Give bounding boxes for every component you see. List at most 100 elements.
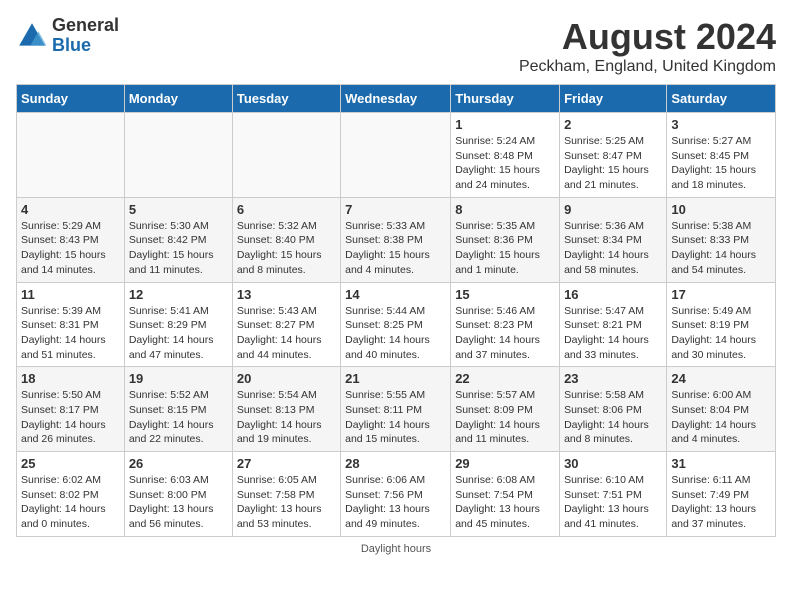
logo: General Blue (16, 16, 119, 56)
day-number: 25 (21, 456, 120, 471)
day-info: Sunrise: 5:46 AMSunset: 8:23 PMDaylight:… (455, 304, 555, 363)
day-number: 5 (129, 202, 228, 217)
calendar-cell: 2Sunrise: 5:25 AMSunset: 8:47 PMDaylight… (560, 113, 667, 198)
day-info: Sunrise: 5:33 AMSunset: 8:38 PMDaylight:… (345, 219, 446, 278)
calendar-cell: 28Sunrise: 6:06 AMSunset: 7:56 PMDayligh… (341, 452, 451, 537)
page-header: General Blue August 2024 Peckham, Englan… (16, 16, 776, 76)
day-info: Sunrise: 5:43 AMSunset: 8:27 PMDaylight:… (237, 304, 336, 363)
calendar-cell: 17 Sunrise: 5:49 AMSunset: 8:19 PMDayligh… (667, 282, 776, 367)
calendar-cell: 5 Sunrise: 5:30 AMSunset: 8:42 PMDaylight… (124, 197, 232, 282)
day-number: 26 (129, 456, 228, 471)
day-info: Sunrise: 5:41 AMSunset: 8:29 PMDaylight:… (129, 304, 228, 363)
day-number: 1 (455, 117, 555, 132)
day-number: 15 (455, 287, 555, 302)
day-info: Sunrise: 6:03 AMSunset: 8:00 PMDaylight:… (129, 473, 228, 532)
calendar-header-row: SundayMondayTuesdayWednesdayThursdayFrid… (17, 85, 776, 113)
calendar-week-2: 4 Sunrise: 5:29 AMSunset: 8:43 PMDaylight… (17, 197, 776, 282)
calendar-cell: 15 Sunrise: 5:46 AMSunset: 8:23 PMDayligh… (451, 282, 560, 367)
day-info: Sunrise: 5:44 AMSunset: 8:25 PMDaylight:… (345, 304, 446, 363)
calendar-header-sunday: Sunday (17, 85, 125, 113)
calendar-cell: 31 Sunrise: 6:11 AMSunset: 7:49 PMDayligh… (667, 452, 776, 537)
day-info: Sunrise: 5:38 AMSunset: 8:33 PMDaylight:… (671, 219, 771, 278)
day-info: Sunrise: 5:54 AMSunset: 8:13 PMDaylight:… (237, 388, 336, 447)
day-info: Sunrise: 5:49 AMSunset: 8:19 PMDaylight:… (671, 304, 771, 363)
day-info: Sunrise: 5:52 AMSunset: 8:15 PMDaylight:… (129, 388, 228, 447)
calendar-cell: 13Sunrise: 5:43 AMSunset: 8:27 PMDayligh… (232, 282, 340, 367)
calendar-cell: 22 Sunrise: 5:57 AMSunset: 8:09 PMDayligh… (451, 367, 560, 452)
day-number: 14 (345, 287, 446, 302)
day-number: 17 (671, 287, 771, 302)
day-info: Sunrise: 5:57 AMSunset: 8:09 PMDaylight:… (455, 388, 555, 447)
calendar-cell (17, 113, 125, 198)
day-info: Sunrise: 6:11 AMSunset: 7:49 PMDaylight:… (671, 473, 771, 532)
calendar-cell: 11 Sunrise: 5:39 AMSunset: 8:31 PMDayligh… (17, 282, 125, 367)
day-info: Sunrise: 6:05 AMSunset: 7:58 PMDaylight:… (237, 473, 336, 532)
calendar-cell: 18Sunrise: 5:50 AMSunset: 8:17 PMDayligh… (17, 367, 125, 452)
calendar-cell: 12 Sunrise: 5:41 AMSunset: 8:29 PMDayligh… (124, 282, 232, 367)
location: Peckham, England, United Kingdom (519, 58, 776, 76)
day-info: Sunrise: 5:25 AMSunset: 8:47 PMDaylight:… (564, 134, 662, 193)
calendar-cell: 9Sunrise: 5:36 AMSunset: 8:34 PMDaylight… (560, 197, 667, 282)
day-number: 22 (455, 371, 555, 386)
calendar-cell: 29Sunrise: 6:08 AMSunset: 7:54 PMDayligh… (451, 452, 560, 537)
day-info: Sunrise: 5:35 AMSunset: 8:36 PMDaylight:… (455, 219, 555, 278)
title-block: August 2024 Peckham, England, United Kin… (519, 16, 776, 76)
day-info: Sunrise: 5:29 AMSunset: 8:43 PMDaylight:… (21, 219, 120, 278)
calendar-week-1: 1 Sunrise: 5:24 AMSunset: 8:48 PMDaylight… (17, 113, 776, 198)
day-info: Sunrise: 6:02 AMSunset: 8:02 PMDaylight:… (21, 473, 120, 532)
calendar-cell: 7 Sunrise: 5:33 AMSunset: 8:38 PMDaylight… (341, 197, 451, 282)
day-number: 20 (237, 371, 336, 386)
calendar-cell: 1 Sunrise: 5:24 AMSunset: 8:48 PMDaylight… (451, 113, 560, 198)
logo-blue: Blue (52, 36, 119, 56)
day-info: Sunrise: 6:00 AMSunset: 8:04 PMDaylight:… (671, 388, 771, 447)
calendar-cell: 4 Sunrise: 5:29 AMSunset: 8:43 PMDaylight… (17, 197, 125, 282)
day-info: Sunrise: 5:27 AMSunset: 8:45 PMDaylight:… (671, 134, 771, 193)
day-info: Sunrise: 5:50 AMSunset: 8:17 PMDaylight:… (21, 388, 120, 447)
day-info: Sunrise: 5:47 AMSunset: 8:21 PMDaylight:… (564, 304, 662, 363)
calendar-cell: 21Sunrise: 5:55 AMSunset: 8:11 PMDayligh… (341, 367, 451, 452)
daylight-note: Daylight hours (361, 543, 431, 555)
day-number: 4 (21, 202, 120, 217)
day-number: 29 (455, 456, 555, 471)
calendar-cell (124, 113, 232, 198)
day-number: 31 (671, 456, 771, 471)
day-number: 10 (671, 202, 771, 217)
calendar-cell: 10 Sunrise: 5:38 AMSunset: 8:33 PMDayligh… (667, 197, 776, 282)
day-number: 30 (564, 456, 662, 471)
day-number: 9 (564, 202, 662, 217)
day-number: 27 (237, 456, 336, 471)
month-title: August 2024 (519, 16, 776, 58)
day-number: 11 (21, 287, 120, 302)
day-info: Sunrise: 5:32 AMSunset: 8:40 PMDaylight:… (237, 219, 336, 278)
calendar-cell: 25 Sunrise: 6:02 AMSunset: 8:02 PMDayligh… (17, 452, 125, 537)
calendar-cell: 26 Sunrise: 6:03 AMSunset: 8:00 PMDayligh… (124, 452, 232, 537)
calendar-week-5: 25 Sunrise: 6:02 AMSunset: 8:02 PMDayligh… (17, 452, 776, 537)
day-number: 6 (237, 202, 336, 217)
footer-note: Daylight hours (16, 543, 776, 555)
day-number: 28 (345, 456, 446, 471)
calendar-week-4: 18Sunrise: 5:50 AMSunset: 8:17 PMDayligh… (17, 367, 776, 452)
calendar-cell: 3 Sunrise: 5:27 AMSunset: 8:45 PMDaylight… (667, 113, 776, 198)
calendar-cell: 20 Sunrise: 5:54 AMSunset: 8:13 PMDayligh… (232, 367, 340, 452)
day-number: 21 (345, 371, 446, 386)
calendar-cell: 30Sunrise: 6:10 AMSunset: 7:51 PMDayligh… (560, 452, 667, 537)
day-number: 8 (455, 202, 555, 217)
calendar-header-thursday: Thursday (451, 85, 560, 113)
day-info: Sunrise: 5:24 AMSunset: 8:48 PMDaylight:… (455, 134, 555, 193)
day-info: Sunrise: 5:58 AMSunset: 8:06 PMDaylight:… (564, 388, 662, 447)
calendar-cell: 16Sunrise: 5:47 AMSunset: 8:21 PMDayligh… (560, 282, 667, 367)
day-info: Sunrise: 5:30 AMSunset: 8:42 PMDaylight:… (129, 219, 228, 278)
logo-general: General (52, 16, 119, 36)
logo-icon (16, 20, 48, 52)
day-number: 3 (671, 117, 771, 132)
calendar-cell: 24 Sunrise: 6:00 AMSunset: 8:04 PMDayligh… (667, 367, 776, 452)
day-number: 24 (671, 371, 771, 386)
calendar-header-saturday: Saturday (667, 85, 776, 113)
calendar: SundayMondayTuesdayWednesdayThursdayFrid… (16, 84, 776, 537)
day-number: 19 (129, 371, 228, 386)
calendar-header-friday: Friday (560, 85, 667, 113)
day-number: 7 (345, 202, 446, 217)
day-info: Sunrise: 5:39 AMSunset: 8:31 PMDaylight:… (21, 304, 120, 363)
day-number: 12 (129, 287, 228, 302)
calendar-cell: 6 Sunrise: 5:32 AMSunset: 8:40 PMDaylight… (232, 197, 340, 282)
